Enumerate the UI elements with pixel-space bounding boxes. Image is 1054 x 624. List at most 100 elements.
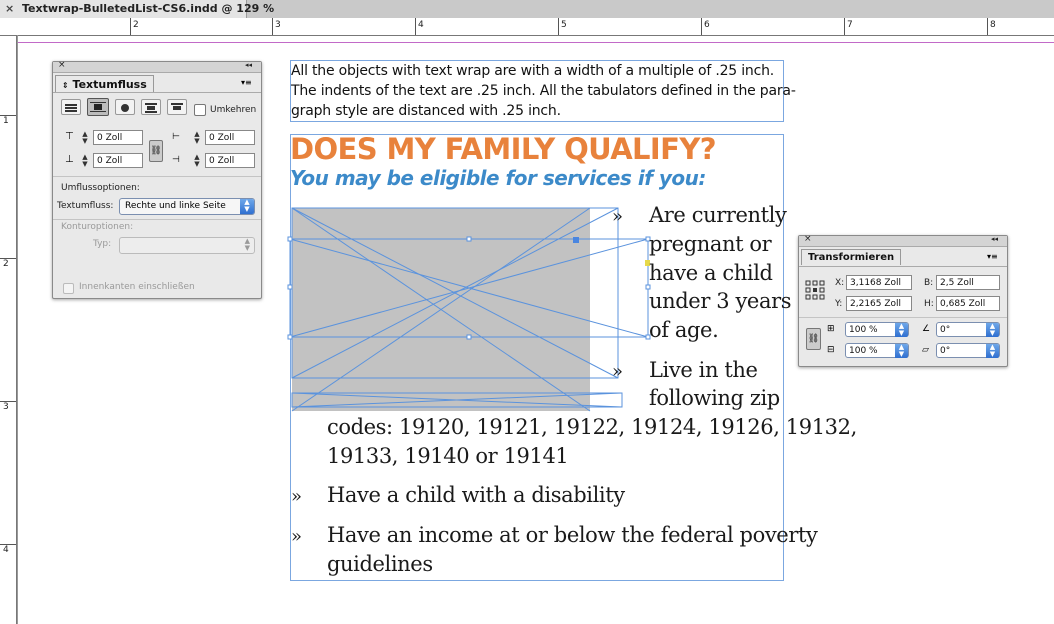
top-offset-stepper[interactable]: ▲ ▼ <box>80 131 90 147</box>
x-position-field[interactable]: 3,1168 Zoll <box>846 275 912 290</box>
ruler-number: 1 <box>3 116 9 126</box>
bottom-offset-icon: ⊥ <box>65 154 74 165</box>
transform-panel[interactable]: × ◂◂ Transformieren ▾≡ X: 3,1168 Zoll Y:… <box>798 234 1008 367</box>
chevron-updown-icon[interactable]: ▲ ▼ <box>986 323 999 337</box>
panel-title-strip[interactable]: × ◂◂ <box>53 60 261 73</box>
panel-menu-icon[interactable]: ▾≡ <box>987 252 998 261</box>
list-item-3: Have a child with a disability <box>327 483 625 507</box>
y-position-field[interactable]: 2,2165 Zoll <box>846 296 912 311</box>
chevron-updown-icon: ▲ ▼ <box>240 199 254 214</box>
ruler-number: 3 <box>3 402 9 412</box>
y-label: Y: <box>835 299 843 309</box>
list-item-1-line: have a child <box>649 261 773 285</box>
chevron-updown-icon[interactable]: ▲ ▼ <box>986 344 999 358</box>
width-label: B: <box>924 278 934 288</box>
textwrap-panel[interactable]: × ◂◂ ⇕ Textumfluss ▾≡ Umkehren ⊤ ▲ ▼ 0 Zo… <box>52 60 262 299</box>
wrap-around-shape-icon[interactable] <box>115 99 135 115</box>
wrap-around-bounding-box-icon[interactable] <box>87 98 109 116</box>
document-title: Textwrap-BulletedList-CS6.indd @ 129 % <box>22 2 275 15</box>
vertical-ruler[interactable]: 1 2 3 4 <box>0 36 17 624</box>
flyer-headline: DOES MY FAMILY QUALIFY? <box>290 132 717 166</box>
rotation-angle-icon: ∠ <box>922 324 931 334</box>
shear-angle-icon: ▱ <box>922 345 929 355</box>
collapse-icon[interactable]: ◂◂ <box>991 235 998 243</box>
jump-object-icon[interactable] <box>141 99 161 115</box>
list-item-1-line: pregnant or <box>649 232 772 256</box>
ruler-number: 2 <box>3 259 9 269</box>
list-item-1-line: of age. <box>649 318 719 342</box>
x-label: X: <box>835 278 845 288</box>
top-offset-icon: ⊤ <box>65 131 74 142</box>
panel-title-strip[interactable]: × ◂◂ <box>799 234 1007 247</box>
width-field[interactable]: 2,5 Zoll <box>936 275 1000 290</box>
chevron-updown-icon: ▲ ▼ <box>244 237 250 252</box>
scale-x-icon: ⊞ <box>827 324 835 334</box>
invert-checkbox[interactable] <box>194 104 206 116</box>
tab-arrows-icon: ⇕ <box>62 81 69 90</box>
list-item-1-line: under 3 years <box>649 289 792 313</box>
ruler-number: 7 <box>847 20 853 30</box>
height-label: H: <box>924 299 934 309</box>
right-offset-icon: ⊣ <box>172 155 180 165</box>
include-inside-edges-checkbox[interactable] <box>63 283 74 294</box>
ruler-number: 6 <box>704 20 710 30</box>
no-wrap-icon[interactable] <box>61 99 81 115</box>
contour-options-heading: Konturoptionen: <box>61 222 134 232</box>
left-offset-stepper[interactable]: ▲ ▼ <box>192 131 202 147</box>
chain-link-icon[interactable]: ⛓ <box>149 140 163 162</box>
list-item-2-line: Live in the <box>649 358 758 382</box>
list-item-4-line: guidelines <box>327 552 433 576</box>
tab-transform[interactable]: Transformieren <box>801 249 902 265</box>
note-text-frame[interactable]: All the objects with text wrap are with … <box>290 60 796 122</box>
ruler-number: 3 <box>275 20 281 30</box>
close-icon[interactable]: × <box>804 234 812 244</box>
close-icon[interactable]: × <box>58 60 66 70</box>
bullet-marker: » <box>291 486 303 507</box>
ruler-number: 2 <box>133 20 139 30</box>
jump-to-next-column-icon[interactable] <box>167 99 187 115</box>
bullet-marker: » <box>612 361 624 382</box>
flyer-subhead: You may be eligible for services if you: <box>290 166 706 190</box>
panel-menu-icon[interactable]: ▾≡ <box>241 78 252 87</box>
ruler-number: 5 <box>561 20 567 30</box>
include-inside-edges-label: Innenkanten einschließen <box>79 282 195 292</box>
left-offset-field[interactable]: 0 Zoll <box>205 130 255 145</box>
note-line: The indents of the text are .25 inch. Al… <box>291 83 796 99</box>
chevron-updown-icon[interactable]: ▲ ▼ <box>895 323 908 337</box>
left-offset-icon: ⊢ <box>172 132 180 142</box>
ruler-number: 8 <box>990 20 996 30</box>
bullet-marker: » <box>291 526 303 547</box>
top-offset-field[interactable]: 0 Zoll <box>93 130 143 145</box>
constrain-proportions-icon[interactable]: ⛓ <box>806 328 821 350</box>
height-field[interactable]: 0,685 Zoll <box>936 296 1000 311</box>
bottom-offset-field[interactable]: 0 Zoll <box>93 153 143 168</box>
note-line: All the objects with text wrap are with … <box>291 63 775 79</box>
type-label: Typ: <box>93 239 112 249</box>
right-offset-stepper[interactable]: ▲ ▼ <box>192 154 202 170</box>
collapse-icon[interactable]: ◂◂ <box>245 61 252 69</box>
chevron-updown-icon[interactable]: ▲ ▼ <box>895 344 908 358</box>
list-item-2-line: following zip <box>649 386 780 410</box>
list-item-4-line: Have an income at or below the federal p… <box>327 523 818 547</box>
wrap-to-label: Textumfluss: <box>57 201 114 211</box>
note-line: graph style are distanced with .25 inch. <box>291 103 561 119</box>
close-tab-icon[interactable]: × <box>5 0 14 18</box>
scale-y-icon: ⊟ <box>827 345 835 355</box>
bottom-offset-stepper[interactable]: ▲ ▼ <box>80 154 90 170</box>
tab-textwrap[interactable]: ⇕ Textumfluss <box>55 75 154 93</box>
right-offset-field[interactable]: 0 Zoll <box>205 153 255 168</box>
ruler-number: 4 <box>3 545 9 555</box>
list-item-2-line: 19133, 19140 or 19141 <box>327 444 569 468</box>
wrap-options-heading: Umflussoptionen: <box>61 183 140 193</box>
image-placeholder-graphic[interactable] <box>286 204 656 414</box>
page-edge-guide <box>17 35 18 624</box>
reference-point-icon[interactable] <box>805 280 825 300</box>
wrap-to-select[interactable]: Rechte und linke Seite ▲ ▼ <box>119 198 255 215</box>
horizontal-ruler[interactable]: 2 3 4 5 6 7 8 <box>0 18 1054 36</box>
contour-type-select[interactable]: ▲ ▼ <box>119 237 255 254</box>
document-tab[interactable]: × Textwrap-BulletedList-CS6.indd @ 129 % <box>0 0 274 18</box>
list-item-1-line: Are currently <box>649 203 787 227</box>
page-margin-guide <box>17 42 1054 43</box>
bullet-marker: » <box>612 206 624 227</box>
ruler-number: 4 <box>418 20 424 30</box>
